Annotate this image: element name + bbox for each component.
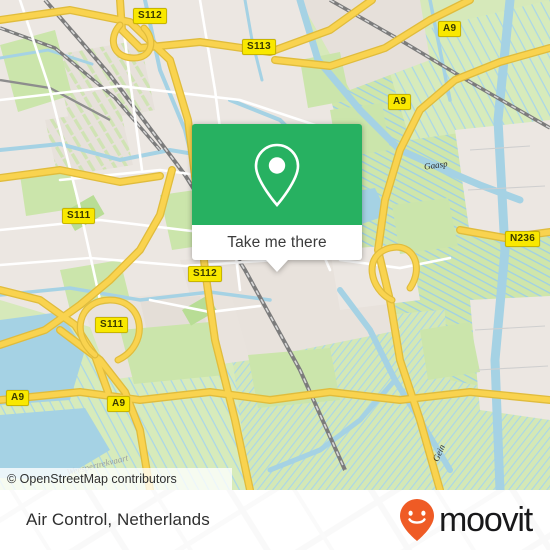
moovit-smiley-pin-icon <box>400 499 435 541</box>
footer-title-text: Air Control, Netherlands <box>26 510 210 529</box>
map-attribution[interactable]: © OpenStreetMap contributors <box>0 468 232 490</box>
road-shield: N236 <box>505 231 541 247</box>
popup-card-pointer <box>266 260 288 272</box>
road-shield: S112 <box>188 266 223 282</box>
destination-popup-card[interactable]: Take me there <box>192 124 362 272</box>
moovit-brand-logo[interactable]: moovit <box>398 490 533 550</box>
popup-card-header <box>192 124 362 225</box>
location-pin-icon <box>254 143 300 207</box>
take-me-there-label: Take me there <box>227 233 327 251</box>
attribution-text: © OpenStreetMap contributors <box>7 472 177 486</box>
road-shield: S111 <box>62 208 96 224</box>
moovit-wordmark: moovit <box>439 501 533 539</box>
road-shield: A9 <box>388 94 412 110</box>
screenshot-root: S112 S113 A9 A9 S111 N236 S112 S111 A9 A9 Gaasp Ge… <box>0 0 550 550</box>
footer-bar: Air Control, Netherlands moovit <box>0 490 550 550</box>
map-canvas[interactable]: S112 S113 A9 A9 S111 N236 S112 S111 A9 A9 Gaasp Ge… <box>0 0 550 490</box>
road-shield: A9 <box>6 390 30 406</box>
road-shield: A9 <box>438 21 462 37</box>
take-me-there-button[interactable]: Take me there <box>192 225 362 260</box>
road-shield: S112 <box>133 8 168 24</box>
road-shield: S113 <box>242 39 277 55</box>
page-title: Air Control, Netherlands <box>26 490 210 550</box>
road-shield: A9 <box>107 396 131 412</box>
road-shield: S111 <box>95 317 129 333</box>
